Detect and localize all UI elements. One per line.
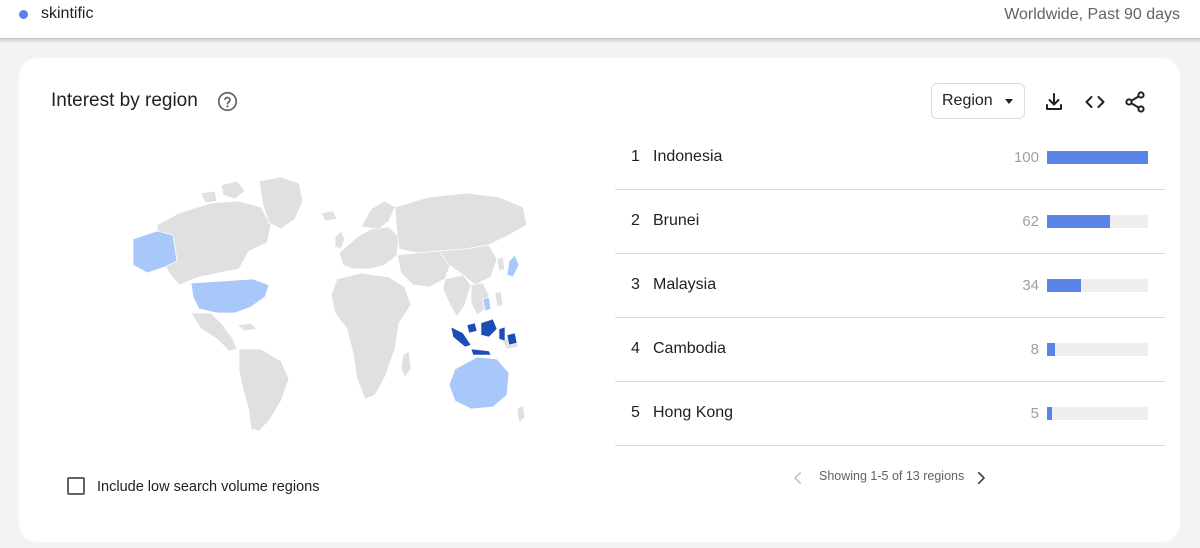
region-rank: 5	[631, 404, 640, 421]
region-rank: 4	[631, 340, 640, 357]
region-row[interactable]: 4 Cambodia 8	[615, 318, 1165, 382]
region-name: Brunei	[653, 212, 700, 229]
region-bar-fill	[1047, 151, 1148, 164]
term-color-dot	[19, 10, 28, 19]
interest-by-region-card: Interest by region Region Include low se…	[19, 58, 1180, 542]
region-bar-fill	[1047, 343, 1056, 356]
region-bar-track	[1047, 279, 1148, 292]
region-bar-track	[1047, 215, 1148, 228]
region-select-label: Region	[942, 92, 993, 109]
region-bar-fill	[1047, 407, 1053, 420]
scope-label: Worldwide, Past 90 days	[1004, 6, 1180, 23]
region-bar-track	[1047, 343, 1148, 356]
chevron-left-icon	[794, 471, 802, 485]
region-bar-fill	[1047, 215, 1110, 228]
region-rank: 2	[631, 212, 640, 229]
region-value: 34	[1022, 277, 1039, 294]
embed-button[interactable]	[1083, 90, 1107, 114]
caret-down-icon	[1005, 99, 1013, 104]
region-name: Indonesia	[653, 148, 723, 165]
region-value: 62	[1022, 213, 1039, 230]
download-icon	[1046, 93, 1062, 110]
download-button[interactable]	[1042, 90, 1066, 114]
region-name: Malaysia	[653, 276, 717, 293]
region-row[interactable]: 1 Indonesia 100	[615, 126, 1165, 190]
low-volume-checkbox-label: Include low search volume regions	[97, 479, 320, 495]
chevron-right-icon	[977, 471, 985, 485]
region-name: Hong Kong	[653, 404, 734, 421]
card-title: Interest by region	[51, 90, 198, 111]
low-volume-checkbox[interactable]	[67, 477, 85, 495]
region-name: Cambodia	[653, 340, 726, 357]
region-row[interactable]: 5 Hong Kong 5	[615, 382, 1165, 446]
region-bar-track	[1047, 151, 1148, 164]
region-value: 100	[1013, 149, 1039, 166]
region-ranking-list: 1 Indonesia 100 2 Brunei 62 3 Malaysia 3…	[615, 126, 1165, 446]
region-row[interactable]: 3 Malaysia 34	[615, 254, 1165, 318]
next-page-button[interactable]	[972, 469, 990, 487]
world-map[interactable]	[99, 173, 529, 433]
pagination: Showing 1-5 of 13 regions	[789, 466, 989, 490]
region-bar-track	[1047, 407, 1148, 420]
help-circle-icon[interactable]	[217, 91, 238, 112]
embed-code-icon	[1085, 96, 1105, 108]
comparison-header: skintific Worldwide, Past 90 days	[0, 0, 1200, 39]
region-value: 5	[1030, 405, 1039, 422]
region-rank: 1	[631, 148, 640, 165]
share-icon	[1125, 91, 1145, 113]
region-value: 8	[1030, 341, 1039, 358]
region-bar-fill	[1047, 279, 1082, 292]
share-button[interactable]	[1123, 90, 1147, 114]
search-term-label: skintific	[41, 5, 94, 22]
region-select[interactable]: Region	[931, 83, 1025, 119]
region-row[interactable]: 2 Brunei 62	[615, 190, 1165, 254]
region-rank: 3	[631, 276, 640, 293]
pagination-status: Showing 1-5 of 13 regions	[819, 469, 965, 483]
previous-page-button[interactable]	[789, 469, 807, 487]
